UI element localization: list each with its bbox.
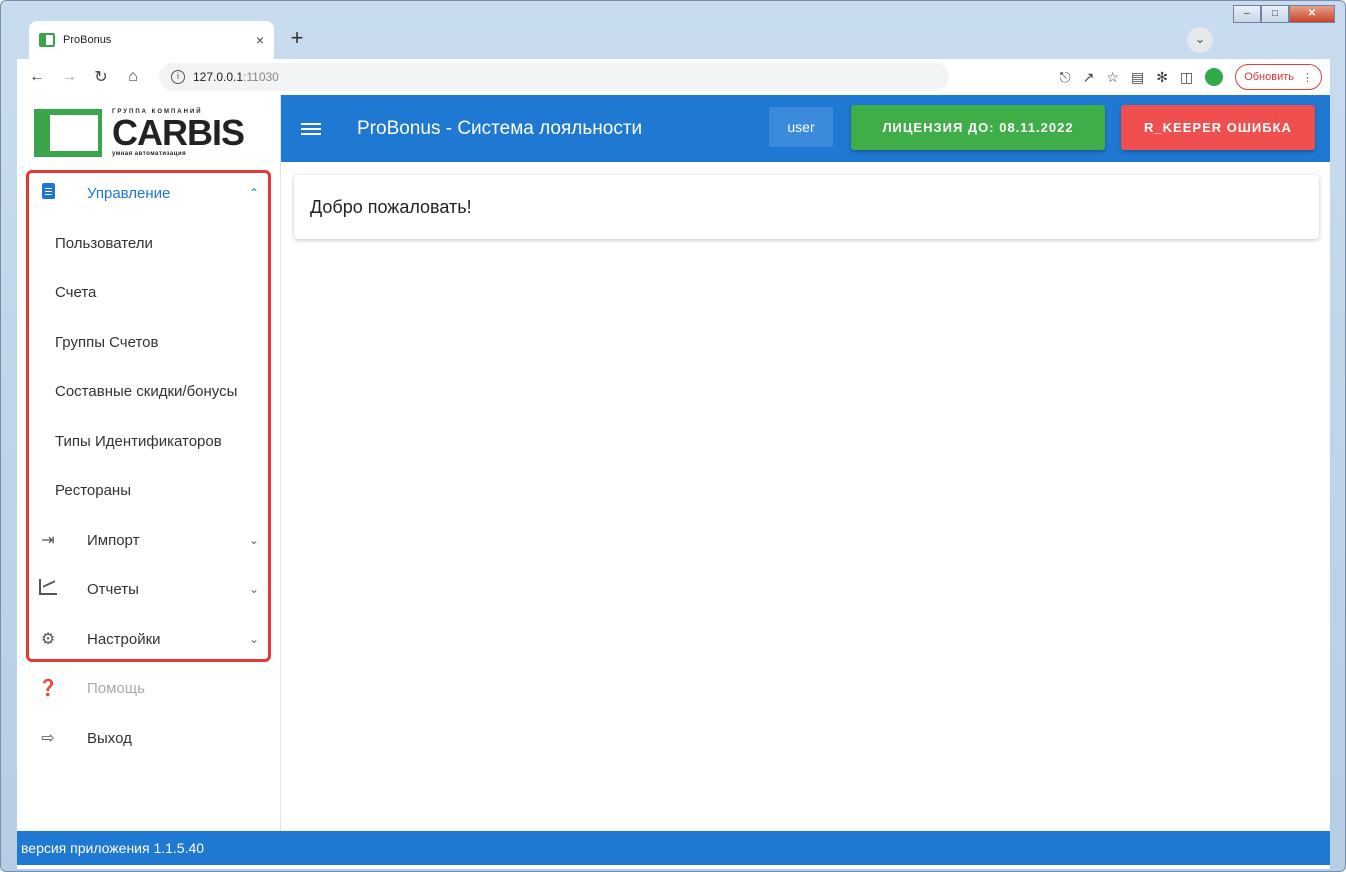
key-icon[interactable]: ⎋ [1060, 69, 1071, 86]
welcome-card: Добро пожаловать! [294, 175, 1319, 239]
home-icon[interactable]: ⌂ [121, 68, 145, 86]
chevron-down-icon: ⌄ [248, 632, 260, 646]
logo-tagline: умная автоматизация [111, 151, 187, 157]
app-footer: версия приложения 1.1.5.40 [17, 831, 1330, 865]
user-button[interactable]: user [769, 107, 833, 147]
tab-search-icon[interactable]: ⌄ [1187, 27, 1213, 53]
sidebar-item-label: Отчеты [87, 580, 139, 598]
close-window-button[interactable]: ✕ [1289, 5, 1335, 23]
sidebar-subitem-users[interactable]: Пользователи [55, 219, 153, 267]
tab-title: ProBonus [63, 34, 112, 46]
minimize-button[interactable]: – [1233, 5, 1261, 23]
sidebar-item-label: Помощь [87, 679, 145, 697]
browser-toolbar: ← → ↻ ⌂ i 127.0.0.1:11030 ⎋ ↗ ☆ ▤ ✻ ◫ Об… [17, 59, 1330, 95]
url-port: :11030 [243, 70, 279, 84]
sidebar-item-label: Настройки [87, 630, 161, 648]
sidebar-subitem-accounts[interactable]: Счета [55, 268, 96, 316]
url-host: 127.0.0.1 [193, 70, 244, 84]
chevron-up-icon: ⌃ [248, 186, 260, 200]
license-button[interactable]: ЛИЦЕНЗИЯ ДО: 08.11.2022 [851, 105, 1105, 150]
sidebar-subitem-compound-discounts[interactable]: Составные скидки/бонусы [55, 367, 237, 415]
tab-strip: ProBonus × + ⌄ – □ ✕ [1, 1, 1345, 61]
browser-tab[interactable]: ProBonus × [29, 21, 274, 59]
app: ГРУППА КОМПАНИЙ CARBIS умная автоматизац… [17, 95, 1330, 869]
sidebar-item-label: Управление [87, 184, 171, 202]
sidebar-subitem-account-groups[interactable]: Группы Счетов [55, 318, 158, 366]
maximize-button[interactable]: □ [1261, 5, 1289, 23]
site-info-icon[interactable]: i [171, 70, 185, 84]
tab-close-icon[interactable]: × [256, 32, 264, 48]
sidebar-item-reports[interactable]: Отчеты ⌄ [29, 565, 269, 613]
logout-icon: ⇨ [41, 730, 55, 747]
share-icon[interactable]: ↗ [1083, 69, 1095, 86]
welcome-text: Добро пожаловать! [310, 196, 472, 217]
forward-icon[interactable]: → [57, 68, 81, 86]
browser-window: ProBonus × + ⌄ – □ ✕ ← → ↻ ⌂ i 127.0.0.1… [0, 0, 1346, 872]
sidebar-item-label: Выход [87, 729, 132, 747]
update-label: Обновить [1244, 71, 1294, 83]
new-tab-button[interactable]: + [284, 26, 310, 52]
side-panel-icon[interactable]: ◫ [1180, 69, 1193, 86]
profile-avatar[interactable] [1205, 68, 1224, 86]
address-bar[interactable]: i 127.0.0.1:11030 [159, 63, 949, 91]
sidebar-item-settings[interactable]: ⚙ Настройки ⌄ [29, 615, 269, 663]
back-icon[interactable]: ← [25, 68, 49, 86]
reload-icon[interactable]: ↻ [89, 67, 113, 87]
sidebar-subitem-identifier-types[interactable]: Типы Идентификаторов [55, 417, 222, 465]
help-icon: ❓ [38, 680, 58, 697]
sidebar-item-logout[interactable]: ⇨ Выход [29, 714, 269, 762]
sidebar-item-label: Импорт [87, 531, 140, 549]
reading-mode-icon[interactable]: ▤ [1131, 69, 1144, 86]
sidebar-item-help: ❓ Помощь [29, 664, 269, 712]
toolbar-icons: ⎋ ↗ ☆ ▤ ✻ ◫ Обновить ⋮ [1060, 64, 1322, 90]
sidebar-subitem-restaurants[interactable]: Рестораны [55, 466, 131, 514]
app-title: ProBonus - Система лояльности [357, 117, 643, 139]
logo-name: CARBIS [111, 112, 245, 153]
logo-mark [34, 109, 102, 157]
hamburger-menu-icon[interactable] [301, 120, 321, 138]
carbis-logo: ГРУППА КОМПАНИЙ CARBIS умная автоматизац… [34, 107, 245, 159]
sidebar-item-import[interactable]: ⇥ Импорт ⌄ [29, 516, 269, 564]
chevron-down-icon: ⌄ [248, 533, 260, 547]
import-icon: ⇥ [41, 532, 55, 549]
extensions-icon[interactable]: ✻ [1156, 69, 1168, 86]
rkeeper-error-button[interactable]: R_KEEPER ОШИБКА [1121, 105, 1315, 150]
bookmark-star-icon[interactable]: ☆ [1106, 69, 1119, 86]
more-menu-icon: ⋮ [1302, 71, 1313, 84]
window-controls: – □ ✕ [1233, 5, 1335, 23]
update-button[interactable]: Обновить ⋮ [1235, 64, 1322, 90]
sidebar: ГРУППА КОМПАНИЙ CARBIS умная автоматизац… [17, 95, 281, 831]
chevron-down-icon: ⌄ [248, 582, 260, 596]
favicon-icon [39, 33, 55, 47]
clipboard-icon [35, 182, 61, 204]
chart-icon [35, 578, 61, 600]
gear-icon: ⚙ [40, 631, 56, 648]
version-text: версия приложения 1.1.5.40 [21, 840, 205, 856]
app-header: ProBonus - Система лояльности user ЛИЦЕН… [281, 95, 1330, 162]
sidebar-item-management[interactable]: Управление ⌃ [29, 169, 269, 217]
